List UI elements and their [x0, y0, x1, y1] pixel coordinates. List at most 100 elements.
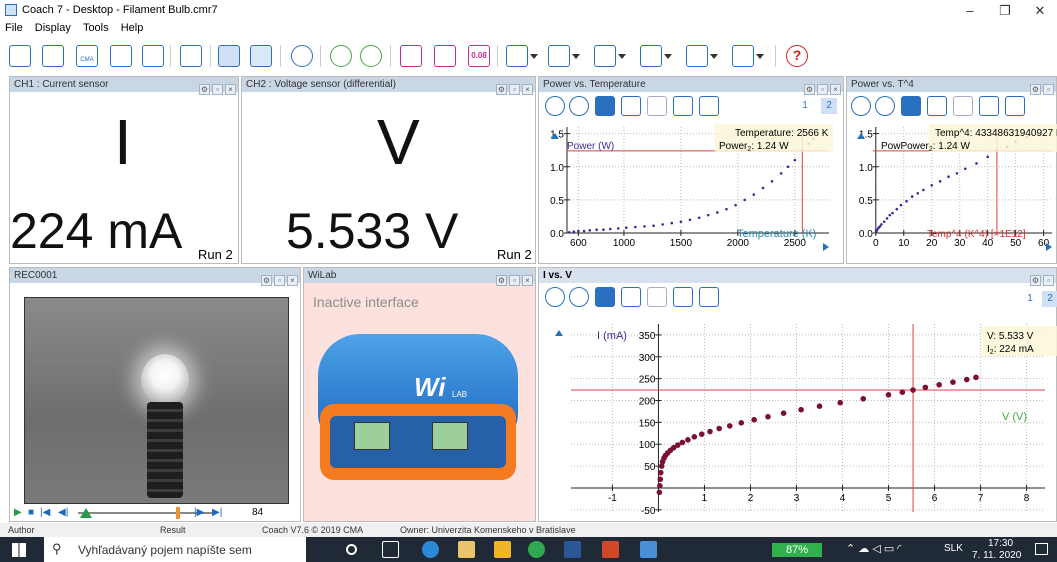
clock-time[interactable]: 17:30 [988, 538, 1013, 549]
step-back-icon[interactable]: ◀| [58, 507, 68, 518]
close-icon[interactable]: × [287, 275, 298, 286]
wrench-icon[interactable]: ⚙ [1030, 84, 1041, 95]
table-icon[interactable] [250, 45, 272, 67]
refresh-icon[interactable] [360, 45, 382, 67]
wrench-icon[interactable]: ⚙ [1030, 275, 1041, 286]
export-icon[interactable] [979, 96, 999, 116]
wrench-icon[interactable]: ⚙ [496, 84, 507, 95]
grid-icon[interactable] [595, 96, 615, 116]
scatter-icon[interactable] [621, 96, 641, 116]
tray-icons[interactable]: ⌃ ☁ ◁ ▭ ◜ [846, 542, 902, 555]
coach-icon[interactable] [640, 541, 657, 558]
step-forward-icon[interactable]: |▶ [194, 507, 204, 518]
shield-icon[interactable] [434, 45, 456, 67]
wrench-icon[interactable]: ⚙ [496, 275, 507, 286]
stop-icon[interactable]: ■ [28, 507, 34, 518]
skip-start-icon[interactable]: |◀ [40, 507, 50, 518]
export-icon[interactable] [673, 287, 693, 307]
restore-icon[interactable]: ▫ [274, 275, 285, 286]
powerpoint-icon[interactable] [602, 541, 619, 558]
close-icon[interactable]: × [830, 84, 841, 95]
close-button[interactable]: ✕ [1025, 2, 1055, 20]
export-icon[interactable] [673, 96, 693, 116]
maximize-button[interactable]: ❐ [990, 2, 1020, 20]
chrome-icon[interactable] [528, 541, 545, 558]
wrench-icon[interactable]: ⚙ [199, 84, 210, 95]
notification-icon[interactable] [1035, 543, 1048, 555]
tag-icon[interactable] [548, 45, 580, 67]
page-2[interactable]: 2 [821, 98, 837, 114]
zoom-out-icon[interactable] [875, 96, 895, 116]
y-scroll-arrow-icon[interactable] [555, 330, 563, 336]
zoom-in-icon[interactable] [851, 96, 871, 116]
close-icon[interactable]: × [225, 84, 236, 95]
zoom-out-icon[interactable] [569, 287, 589, 307]
search-box[interactable]: ⚲ Vyhľadávaný pojem napíšte sem [44, 537, 306, 562]
battery-indicator[interactable]: 87% [772, 543, 822, 557]
wrench-icon[interactable]: ⚙ [804, 84, 815, 95]
menu-help[interactable]: Help [121, 22, 144, 34]
edge-icon[interactable] [422, 541, 439, 558]
restore-icon[interactable]: ▫ [1043, 84, 1054, 95]
sensors-icon[interactable] [218, 45, 240, 67]
globe-icon[interactable] [686, 45, 718, 67]
close-icon[interactable]: × [522, 275, 533, 286]
zoom-in-icon[interactable] [545, 287, 565, 307]
language[interactable]: SLK [944, 543, 963, 554]
explorer-icon[interactable] [494, 541, 511, 558]
exit-icon[interactable] [9, 45, 31, 67]
start-icon[interactable] [12, 543, 26, 557]
layout-icon[interactable] [594, 45, 626, 67]
print-icon[interactable] [180, 45, 202, 67]
start-marker-icon[interactable] [80, 508, 92, 518]
analysis-icon[interactable] [506, 45, 538, 67]
minimize-button[interactable]: – [955, 2, 985, 20]
timer-icon[interactable] [291, 45, 313, 67]
restore-icon[interactable]: ▫ [1043, 275, 1054, 286]
print-graph-icon[interactable] [699, 96, 719, 116]
value-button[interactable]: 0.08 [468, 45, 490, 67]
word-icon[interactable] [564, 541, 581, 558]
graph-icon[interactable] [400, 45, 422, 67]
play-icon[interactable]: ▶ [14, 507, 22, 518]
page-1[interactable]: 1 [1022, 291, 1038, 307]
home-icon[interactable] [42, 45, 64, 67]
settings-icon[interactable] [142, 45, 164, 67]
scatter-icon[interactable] [927, 96, 947, 116]
scatter-icon[interactable] [621, 287, 641, 307]
menu-tools[interactable]: Tools [83, 22, 109, 34]
line-icon[interactable] [647, 96, 667, 116]
menu-display[interactable]: Display [35, 22, 71, 34]
restore-icon[interactable]: ▫ [212, 84, 223, 95]
wrench-icon[interactable]: ⚙ [261, 275, 272, 286]
print-graph-icon[interactable] [1005, 96, 1025, 116]
cma-icon[interactable]: CMA [76, 45, 98, 67]
help-icon[interactable]: ? [786, 45, 808, 67]
line-icon[interactable] [953, 96, 973, 116]
zoom-out-icon[interactable] [569, 96, 589, 116]
page-icon[interactable] [732, 45, 764, 67]
store-icon[interactable] [458, 541, 475, 558]
slider-thumb[interactable] [176, 507, 180, 519]
video-slider[interactable] [78, 512, 212, 514]
start-icon[interactable] [330, 45, 352, 67]
clock-date[interactable]: 7. 11. 2020 [972, 550, 1021, 561]
restore-icon[interactable]: ▫ [509, 84, 520, 95]
line-icon[interactable] [647, 287, 667, 307]
menu-file[interactable]: File [5, 22, 23, 34]
window-icon[interactable] [640, 45, 672, 67]
zoom-in-icon[interactable] [545, 96, 565, 116]
cortana-icon[interactable] [346, 544, 357, 555]
x-scroll-arrow-icon[interactable] [823, 243, 829, 251]
close-icon[interactable]: × [522, 84, 533, 95]
save-icon[interactable] [110, 45, 132, 67]
grid-icon[interactable] [901, 96, 921, 116]
task-view-icon[interactable] [382, 541, 399, 558]
print-graph-icon[interactable] [699, 287, 719, 307]
skip-end-icon[interactable]: ▶| [212, 507, 222, 518]
restore-icon[interactable]: ▫ [509, 275, 520, 286]
grid-icon[interactable] [595, 287, 615, 307]
page-2[interactable]: 2 [1042, 291, 1057, 307]
restore-icon[interactable]: ▫ [817, 84, 828, 95]
page-1[interactable]: 1 [797, 98, 813, 114]
